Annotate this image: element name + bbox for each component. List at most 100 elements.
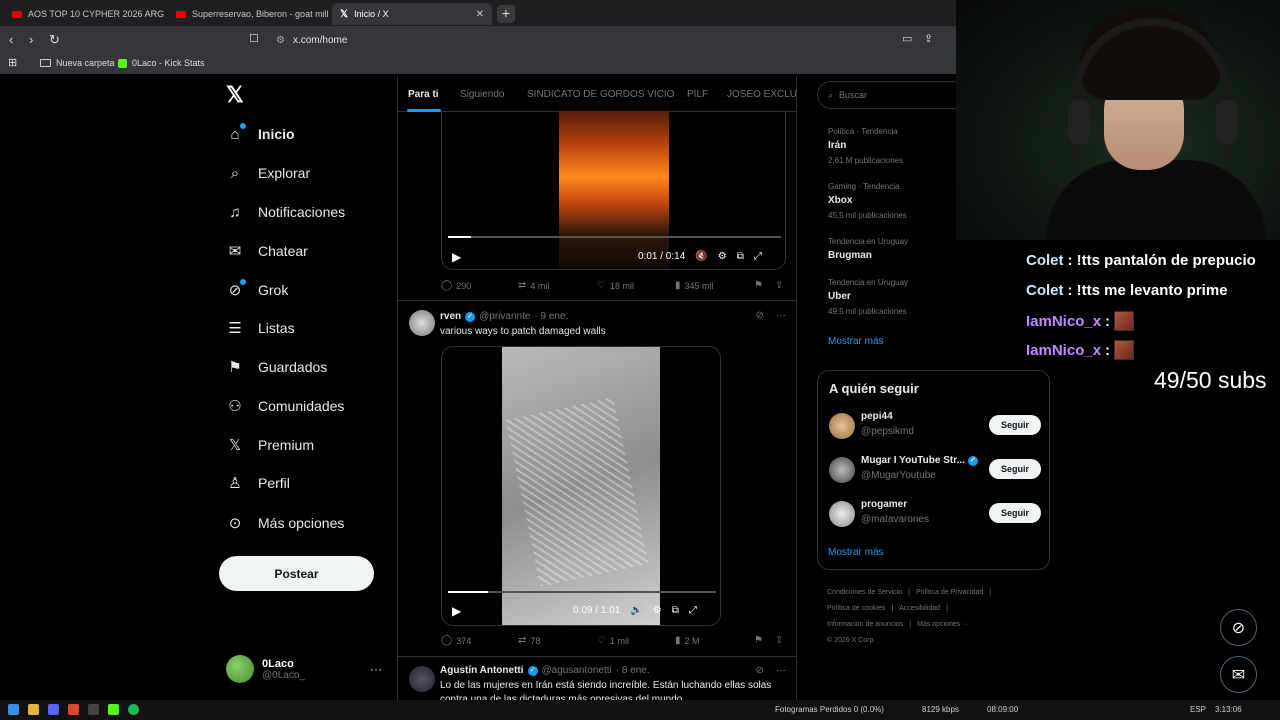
input-language[interactable]: ESP bbox=[1190, 705, 1206, 714]
tab-list[interactable]: SINDICATO DE GORDOS VICIO bbox=[527, 89, 674, 100]
new-tab-button[interactable]: + bbox=[497, 5, 515, 23]
spotify-icon[interactable] bbox=[128, 704, 139, 715]
discord-icon[interactable] bbox=[48, 704, 59, 715]
tweet-author-handle[interactable]: @privannte bbox=[479, 311, 530, 322]
follow-suggestion[interactable]: progamer @matavarones Seguir bbox=[829, 499, 1041, 529]
tweet-author-name[interactable]: rven bbox=[440, 311, 461, 322]
bookmark-folder[interactable]: Nueva carpeta bbox=[40, 58, 115, 68]
tweet-date[interactable]: · 8 ene. bbox=[616, 665, 650, 676]
footer-link[interactable]: Más opciones ··· bbox=[917, 621, 969, 628]
follow-suggestion[interactable]: pepi44 @pepsikmd Seguir bbox=[829, 411, 1041, 441]
x-logo-icon[interactable]: 𝕏 bbox=[226, 82, 244, 108]
nav-item-mas-opciones[interactable]: ⊙ Más opciones bbox=[226, 514, 345, 532]
apps-grid-icon[interactable]: ⊞ bbox=[8, 56, 17, 69]
grok-float-button[interactable]: ⊘ bbox=[1220, 609, 1257, 646]
tweet-video[interactable]: ▶ 0:01 / 0:14 🔇 ⚙ ⧉ ⤢ bbox=[441, 100, 786, 270]
follow-suggestion[interactable]: Mugar I YouTube Str... ✓ @MugarYoutube Se… bbox=[829, 455, 1041, 485]
reply-button[interactable]: ◯ 290 bbox=[441, 280, 471, 291]
volume-icon[interactable]: 🔊 bbox=[630, 605, 642, 616]
search-input[interactable]: ⌕ Buscar bbox=[817, 81, 967, 109]
browser-tab-active[interactable]: 𝕏 Inicio / X ✕ bbox=[332, 3, 492, 25]
bookmark-button[interactable]: ⚑ bbox=[754, 280, 763, 291]
like-button[interactable]: ♡ 18 mil bbox=[597, 280, 634, 291]
forward-icon[interactable]: › bbox=[29, 32, 33, 47]
follow-button[interactable]: Seguir bbox=[989, 459, 1041, 479]
file-explorer-icon[interactable] bbox=[28, 704, 39, 715]
fullscreen-icon[interactable]: ⤢ bbox=[754, 251, 762, 262]
trend-item[interactable]: Tendencia en Uruguay Brugman bbox=[828, 237, 908, 261]
nav-item-notificaciones[interactable]: ♫ Notificaciones bbox=[226, 203, 345, 221]
back-icon[interactable]: ‹ bbox=[9, 32, 13, 47]
share-button[interactable]: ⇪ bbox=[775, 280, 783, 291]
footer-link[interactable]: Accesibilidad bbox=[899, 605, 940, 612]
tab-para-ti[interactable]: Para ti bbox=[408, 89, 439, 100]
footer-link[interactable]: Condiciones de Servicio bbox=[827, 589, 902, 596]
share-button[interactable]: ⇪ bbox=[775, 635, 783, 646]
pip-icon[interactable]: ⧉ bbox=[672, 605, 679, 616]
tweet-author-handle[interactable]: @agusantonetti bbox=[542, 665, 612, 676]
video-progress-bar[interactable] bbox=[448, 591, 716, 593]
nav-item-listas[interactable]: ☰ Listas bbox=[226, 319, 294, 337]
more-icon[interactable]: ··· bbox=[776, 310, 786, 321]
avatar[interactable] bbox=[409, 666, 435, 692]
play-icon[interactable]: ▶ bbox=[452, 250, 461, 264]
nav-item-chatear[interactable]: ✉ Chatear bbox=[226, 242, 308, 260]
tab-siguiendo[interactable]: Siguiendo bbox=[460, 89, 504, 100]
reply-button[interactable]: ◯ 374 bbox=[441, 635, 471, 646]
avatar[interactable] bbox=[409, 310, 435, 336]
bookmark-button[interactable]: ⚑ bbox=[754, 635, 763, 646]
settings-icon[interactable]: ⚙ bbox=[653, 605, 662, 616]
views-button[interactable]: ▮ 2 M bbox=[675, 635, 700, 646]
nav-item-comunidades[interactable]: ⚇ Comunidades bbox=[226, 397, 344, 415]
tweet-author-name[interactable]: Agustín Antonetti bbox=[440, 665, 524, 676]
more-icon[interactable]: ··· bbox=[370, 662, 382, 676]
post-button[interactable]: Postear bbox=[219, 556, 374, 591]
grok-icon[interactable]: ⊘ bbox=[756, 665, 764, 676]
more-icon[interactable]: ··· bbox=[776, 665, 786, 676]
close-tab-icon[interactable]: ✕ bbox=[476, 9, 484, 20]
follow-button[interactable]: Seguir bbox=[989, 415, 1041, 435]
account-switcher[interactable]: 0Laco @0Laco_ bbox=[226, 655, 305, 683]
grok-icon[interactable]: ⊘ bbox=[756, 310, 764, 321]
site-info-icon[interactable]: ⚙ bbox=[276, 35, 285, 46]
video-progress-bar[interactable] bbox=[448, 236, 781, 238]
trend-item[interactable]: Gaming · Tendencia Xbox 45,5 mil publica… bbox=[828, 182, 907, 220]
footer-link[interactable]: Política de cookies bbox=[827, 605, 885, 612]
address-bar[interactable]: ⚙ x.com/home bbox=[240, 30, 960, 50]
tweet-date[interactable]: · 9 ene. bbox=[534, 311, 568, 322]
trend-item[interactable]: Política · Tendencia Irán 2,61 M publica… bbox=[828, 127, 903, 165]
browser-tab[interactable]: AOS TOP 10 CYPHER 2026 ARG - You bbox=[4, 3, 164, 25]
footer-link[interactable]: Política de Privacidad bbox=[916, 589, 983, 596]
browser-tab[interactable]: Superreservao, Biberon - goat milk - bbox=[168, 3, 328, 25]
nav-item-inicio[interactable]: ⌂ Inicio bbox=[226, 123, 295, 143]
trend-item[interactable]: Tendencia en Uruguay Uber 49,5 mil publi… bbox=[828, 278, 908, 316]
repost-button[interactable]: ⇄ 78 bbox=[518, 635, 540, 646]
reload-icon[interactable]: ↻ bbox=[49, 32, 60, 48]
settings-icon[interactable]: ⚙ bbox=[718, 251, 727, 262]
tab-list[interactable]: PILF bbox=[687, 89, 708, 100]
tab-list[interactable]: JOSEO EXCLUSI bbox=[727, 89, 796, 100]
obs-icon[interactable] bbox=[88, 704, 99, 715]
like-button[interactable]: ♡ 1 mil bbox=[597, 635, 629, 646]
play-icon[interactable]: ▶ bbox=[452, 604, 461, 618]
windows-start-icon[interactable] bbox=[8, 704, 19, 715]
show-more-trends-link[interactable]: Mostrar más bbox=[828, 336, 884, 347]
kick-icon[interactable] bbox=[108, 704, 119, 715]
volume-icon[interactable]: 🔇 bbox=[695, 251, 707, 262]
repost-button[interactable]: ⇄ 4 mil bbox=[518, 280, 549, 291]
messages-float-button[interactable]: ✉ bbox=[1220, 656, 1257, 693]
fullscreen-icon[interactable]: ⤢ bbox=[689, 605, 697, 616]
footer-link[interactable]: Información de anuncios bbox=[827, 621, 903, 628]
nav-item-perfil[interactable]: ♙ Perfil bbox=[226, 474, 290, 492]
pip-icon[interactable]: ⧉ bbox=[737, 251, 744, 262]
browser-icon[interactable] bbox=[68, 704, 79, 715]
nav-item-explorar[interactable]: ⌕ Explorar bbox=[226, 164, 310, 182]
follow-button[interactable]: Seguir bbox=[989, 503, 1041, 523]
nav-item-premium[interactable]: 𝕏 Premium bbox=[226, 436, 314, 454]
tweet-video[interactable]: ▶ 0:09 / 1:01 🔊 ⚙ ⧉ ⤢ bbox=[441, 346, 721, 626]
views-button[interactable]: ▮ 345 mil bbox=[675, 280, 714, 291]
system-clock[interactable]: 3:13:06 bbox=[1215, 705, 1242, 714]
show-more-follow-link[interactable]: Mostrar más bbox=[828, 547, 884, 558]
nav-item-guardados[interactable]: ⚑ Guardados bbox=[226, 358, 327, 376]
nav-item-grok[interactable]: ⊘ Grok bbox=[226, 279, 288, 299]
